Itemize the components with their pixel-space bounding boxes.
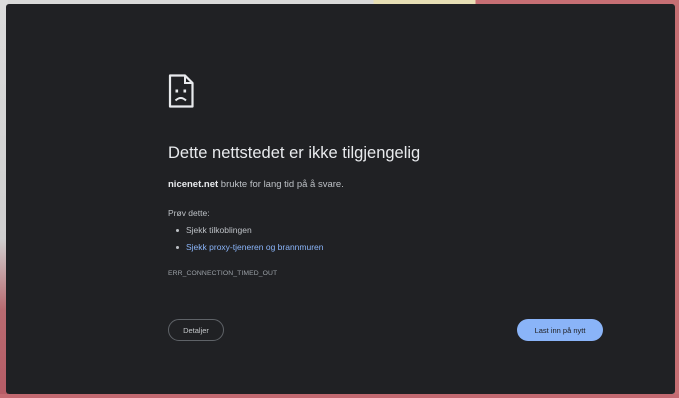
- suggestion-check-connection: Sjekk tilkoblingen: [186, 225, 252, 235]
- browser-error-page: Dette nettstedet er ikke tilgjengelig ni…: [6, 4, 675, 394]
- background-bottom-strip: [0, 394, 679, 398]
- suggestion-item: Sjekk proxy-tjeneren og brannmuren: [176, 239, 324, 256]
- error-code: ERR_CONNECTION_TIMED_OUT: [168, 270, 278, 277]
- error-host: nicenet.net: [168, 179, 219, 190]
- error-description-text: brukte for lang tid på å svare.: [218, 179, 344, 190]
- suggestion-check-proxy-link[interactable]: Sjekk proxy-tjeneren og brannmuren: [186, 242, 324, 252]
- details-button[interactable]: Detaljer: [168, 319, 224, 341]
- reload-button[interactable]: Last inn på nytt: [517, 319, 603, 341]
- error-description: nicenet.net brukte for lang tid på å sva…: [168, 179, 344, 190]
- sad-document-icon: [168, 74, 194, 108]
- error-title: Dette nettstedet er ikke tilgjengelig: [168, 144, 421, 162]
- bullet-icon: [176, 229, 179, 232]
- suggestions-heading: Prøv dette:: [168, 208, 210, 218]
- bullet-icon: [176, 246, 179, 249]
- suggestion-item: Sjekk tilkoblingen: [176, 222, 324, 239]
- suggestions-list: Sjekk tilkoblingen Sjekk proxy-tjeneren …: [168, 222, 324, 256]
